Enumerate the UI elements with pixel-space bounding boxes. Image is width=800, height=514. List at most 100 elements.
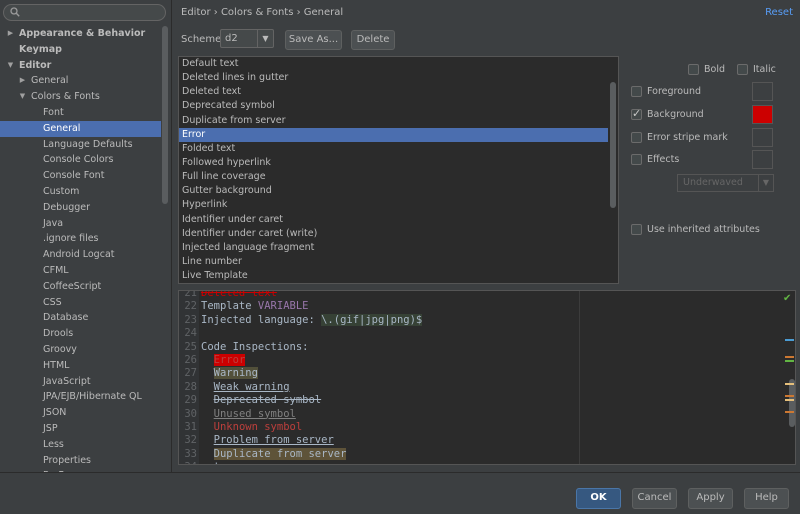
sidebar-item[interactable]: ▼ Colors & Fonts bbox=[0, 89, 161, 105]
sidebar-item[interactable]: Java bbox=[0, 216, 161, 232]
apply-button[interactable]: Apply bbox=[688, 488, 733, 509]
attribute-list-item[interactable]: Identifier under caret bbox=[179, 213, 618, 227]
sidebar-item[interactable]: Keymap bbox=[0, 42, 161, 58]
ok-button[interactable]: OK bbox=[576, 488, 621, 509]
error-stripe-marker[interactable] bbox=[785, 360, 794, 362]
sidebar-item[interactable]: Android Logcat bbox=[0, 247, 161, 263]
sidebar-item[interactable]: Debugger bbox=[0, 200, 161, 216]
attribute-list-item[interactable]: Identifier under caret (write) bbox=[179, 227, 618, 241]
italic-checkbox[interactable] bbox=[737, 64, 748, 75]
foreground-color-swatch[interactable] bbox=[752, 82, 773, 101]
sidebar-item-label: JPA/EJB/Hibernate QL bbox=[43, 391, 142, 403]
code-text: Weak warning bbox=[201, 381, 290, 394]
line-number: 30 bbox=[184, 407, 197, 420]
sidebar-item[interactable]: JSON bbox=[0, 405, 161, 421]
attribute-list-item[interactable]: Deleted text bbox=[179, 85, 618, 99]
attribute-list-item[interactable]: Gutter background bbox=[179, 184, 618, 198]
sidebar-item[interactable]: Less bbox=[0, 437, 161, 453]
attribute-list-item[interactable]: Deleted lines in gutter bbox=[179, 71, 618, 85]
attribute-list-item[interactable]: Default text bbox=[179, 57, 618, 71]
foreground-checkbox[interactable] bbox=[631, 86, 642, 97]
code-token: typo bbox=[201, 461, 239, 464]
attribute-list-item[interactable]: Followed hyperlink bbox=[179, 156, 618, 170]
bold-checkbox[interactable] bbox=[688, 64, 699, 75]
attribute-list-scrollbar[interactable] bbox=[610, 82, 616, 208]
attribute-list-item[interactable]: Live Template bbox=[179, 269, 618, 283]
sidebar-item[interactable]: Console Font bbox=[0, 168, 161, 184]
code-preview[interactable]: 21 Deleted text 22 Template VARIABLE 23 Injec… bbox=[178, 290, 796, 465]
code-token: Unused symbol bbox=[213, 407, 296, 420]
error-stripe-marker[interactable] bbox=[785, 356, 794, 358]
sidebar-item[interactable]: JPA/EJB/Hibernate QL bbox=[0, 389, 161, 405]
effects-color-swatch[interactable] bbox=[752, 150, 773, 169]
sidebar-item[interactable]: Groovy bbox=[0, 342, 161, 358]
error-stripe-marker[interactable] bbox=[785, 395, 794, 397]
attribute-list-item[interactable]: Folded text bbox=[179, 142, 618, 156]
sidebar-item[interactable]: HTML bbox=[0, 358, 161, 374]
sidebar-item[interactable]: Language Defaults bbox=[0, 137, 161, 153]
chevron-down-icon: ▼ bbox=[257, 30, 273, 47]
expanded-arrow-icon[interactable]: ▼ bbox=[18, 89, 27, 105]
line-number: 23 bbox=[184, 313, 197, 326]
background-checkbox[interactable] bbox=[631, 107, 642, 120]
sidebar-item[interactable]: Custom bbox=[0, 184, 161, 200]
effects-checkbox[interactable] bbox=[631, 154, 642, 165]
error-stripe-marker[interactable] bbox=[785, 339, 794, 341]
preview-scrollbar[interactable] bbox=[789, 379, 795, 427]
error-stripe-marker[interactable] bbox=[785, 411, 794, 413]
code-token: VARIABLE bbox=[257, 300, 309, 313]
code-token: Injected language: bbox=[201, 313, 322, 326]
sidebar-item[interactable]: Properties bbox=[0, 453, 161, 469]
attribute-list-item[interactable]: Full line coverage bbox=[179, 170, 618, 184]
effect-type-dropdown[interactable]: Underwaved ▼ bbox=[677, 174, 774, 192]
sidebar-item[interactable]: General bbox=[0, 120, 161, 137]
attribute-list-item[interactable]: Deprecated symbol bbox=[179, 99, 618, 113]
save-as-button[interactable]: Save As... bbox=[285, 30, 342, 50]
error-stripe-label: Error stripe mark bbox=[647, 132, 728, 143]
attribute-list-item[interactable]: Error bbox=[179, 127, 608, 142]
error-stripe-checkbox[interactable] bbox=[631, 132, 642, 143]
settings-search-input[interactable] bbox=[3, 4, 166, 21]
sidebar-item[interactable]: CoffeeScript bbox=[0, 279, 161, 295]
line-number: 21 bbox=[184, 290, 197, 299]
settings-tree: ▶ Appearance & Behavior Keymap ▼ Editor ▶ Gene… bbox=[0, 26, 161, 472]
inherited-checkbox[interactable] bbox=[631, 224, 642, 235]
settings-sidebar: ▶ Appearance & Behavior Keymap ▼ Editor ▶ Gene… bbox=[0, 0, 172, 472]
sidebar-item[interactable]: ▼ Editor bbox=[0, 58, 161, 74]
background-color-swatch[interactable] bbox=[752, 105, 773, 124]
attribute-list-item[interactable]: Injected language fragment bbox=[179, 241, 618, 255]
reset-link[interactable]: Reset bbox=[765, 7, 793, 18]
delete-button[interactable]: Delete bbox=[351, 30, 395, 50]
collapsed-arrow-icon[interactable]: ▶ bbox=[18, 73, 27, 89]
code-token: Template bbox=[201, 300, 258, 313]
error-stripe-color-swatch[interactable] bbox=[752, 128, 773, 147]
sidebar-item[interactable]: JSP bbox=[0, 421, 161, 437]
sidebar-item[interactable]: Console Colors bbox=[0, 152, 161, 168]
sidebar-item[interactable]: JavaScript bbox=[0, 374, 161, 390]
sidebar-item[interactable]: CSS bbox=[0, 295, 161, 311]
sidebar-item[interactable]: ▶ General bbox=[0, 73, 161, 89]
sidebar-item-label: HTML bbox=[43, 359, 70, 371]
sidebar-scrollbar[interactable] bbox=[162, 26, 168, 204]
sidebar-item[interactable]: Font bbox=[0, 105, 161, 121]
sidebar-item[interactable]: CFML bbox=[0, 263, 161, 279]
expanded-arrow-icon[interactable]: ▼ bbox=[6, 58, 15, 74]
line-number: 27 bbox=[184, 367, 197, 380]
sidebar-item[interactable]: Database bbox=[0, 310, 161, 326]
error-stripe-marker[interactable] bbox=[785, 383, 794, 385]
line-number: 33 bbox=[184, 447, 197, 460]
attribute-list-item[interactable]: Duplicate from server bbox=[179, 114, 618, 128]
scheme-dropdown[interactable]: d2 ▼ bbox=[220, 29, 274, 48]
sidebar-item[interactable]: Drools bbox=[0, 326, 161, 342]
attribute-list-item[interactable]: Line number bbox=[179, 255, 618, 269]
sidebar-item[interactable]: .ignore files bbox=[0, 231, 161, 247]
help-button[interactable]: Help bbox=[744, 488, 789, 509]
collapsed-arrow-icon[interactable]: ▶ bbox=[6, 26, 15, 42]
error-stripe-marker[interactable] bbox=[785, 399, 794, 401]
cancel-button[interactable]: Cancel bbox=[632, 488, 677, 509]
sidebar-item[interactable]: ▶ Appearance & Behavior bbox=[0, 26, 161, 42]
line-number: 28 bbox=[184, 380, 197, 393]
attribute-list-item[interactable]: Hyperlink bbox=[179, 198, 618, 212]
